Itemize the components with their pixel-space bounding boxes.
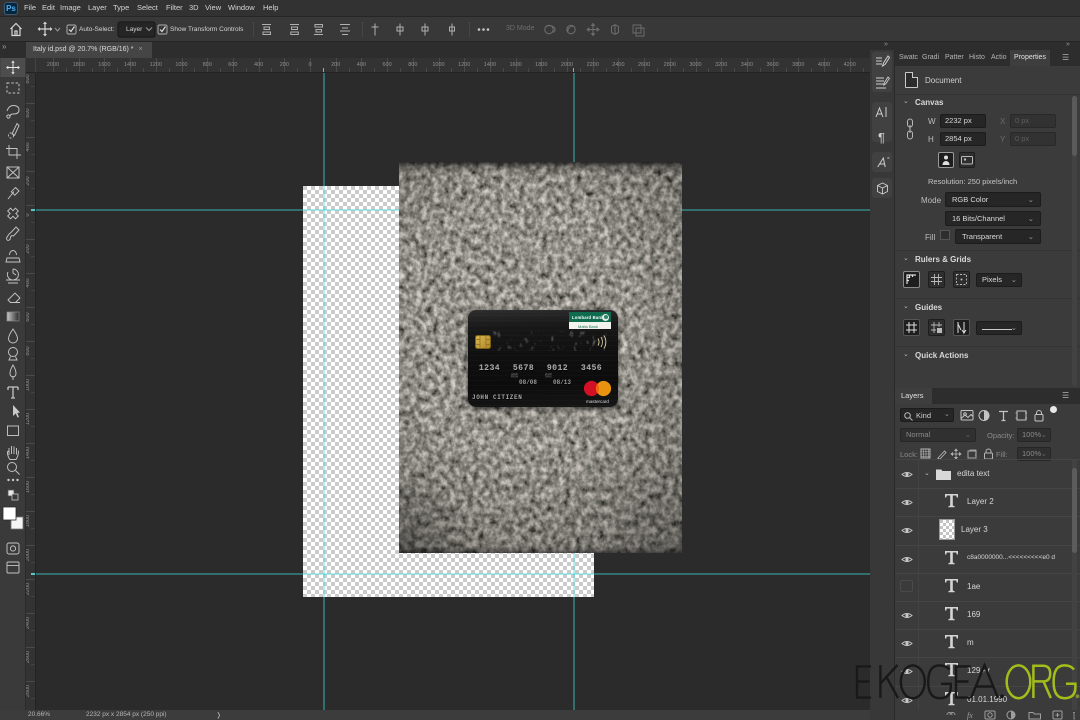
svg-text:fx: fx (967, 711, 973, 720)
svg-text:¶: ¶ (878, 130, 885, 145)
svg-text:mastercard: mastercard (586, 399, 609, 404)
